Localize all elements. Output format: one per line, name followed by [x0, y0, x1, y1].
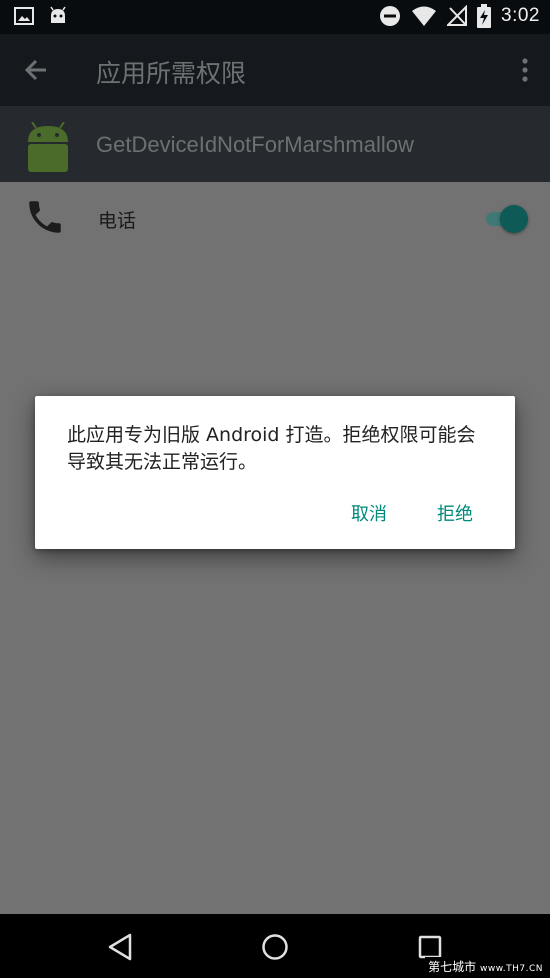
toggle-thumb [500, 205, 528, 233]
phone-icon [29, 201, 61, 233]
cancel-button[interactable]: 取消 [351, 500, 387, 526]
permission-toggle[interactable] [482, 204, 528, 233]
nav-home-button[interactable] [260, 932, 290, 962]
app-header: GetDeviceIdNotForMarshmallow [0, 106, 550, 182]
arrow-back-icon [24, 59, 46, 81]
warning-dialog: 此应用专为旧版 Android 打造。拒绝权限可能会导致其无法正常运行。 取消 … [35, 396, 515, 549]
app-bar: 应用所需权限 [0, 34, 550, 106]
no-signal-icon [447, 5, 468, 26]
wifi-icon [412, 6, 437, 26]
permission-label: 电话 [98, 210, 137, 232]
watermark-site: www.TH7.CN [480, 964, 543, 974]
back-button[interactable] [20, 54, 54, 86]
status-time: 3:02 [501, 5, 540, 26]
image-icon [14, 7, 34, 25]
android-notify-icon [50, 6, 66, 23]
permission-row-phone[interactable]: 电话 [0, 182, 550, 254]
deny-button[interactable]: 拒绝 [437, 500, 473, 526]
battery-charging-icon [477, 4, 492, 28]
watermark: 第七城市 www.TH7.CN [425, 957, 546, 976]
nav-home-icon [262, 934, 288, 960]
more-vert-icon [522, 58, 528, 82]
status-bar: 3:02 [0, 0, 550, 34]
navigation-bar: 第七城市 www.TH7.CN [0, 914, 550, 978]
dialog-message: 此应用专为旧版 Android 打造。拒绝权限可能会导致其无法正常运行。 [67, 424, 476, 473]
page-title: 应用所需权限 [96, 59, 247, 88]
app-name: GetDeviceIdNotForMarshmallow [96, 132, 414, 157]
overflow-menu-button[interactable] [520, 56, 530, 86]
watermark-brand: 第七城市 [428, 960, 477, 974]
do-not-disturb-icon [380, 6, 401, 26]
android-robot-icon [28, 122, 68, 172]
nav-back-icon [108, 933, 132, 961]
nav-back-button[interactable] [106, 932, 134, 962]
